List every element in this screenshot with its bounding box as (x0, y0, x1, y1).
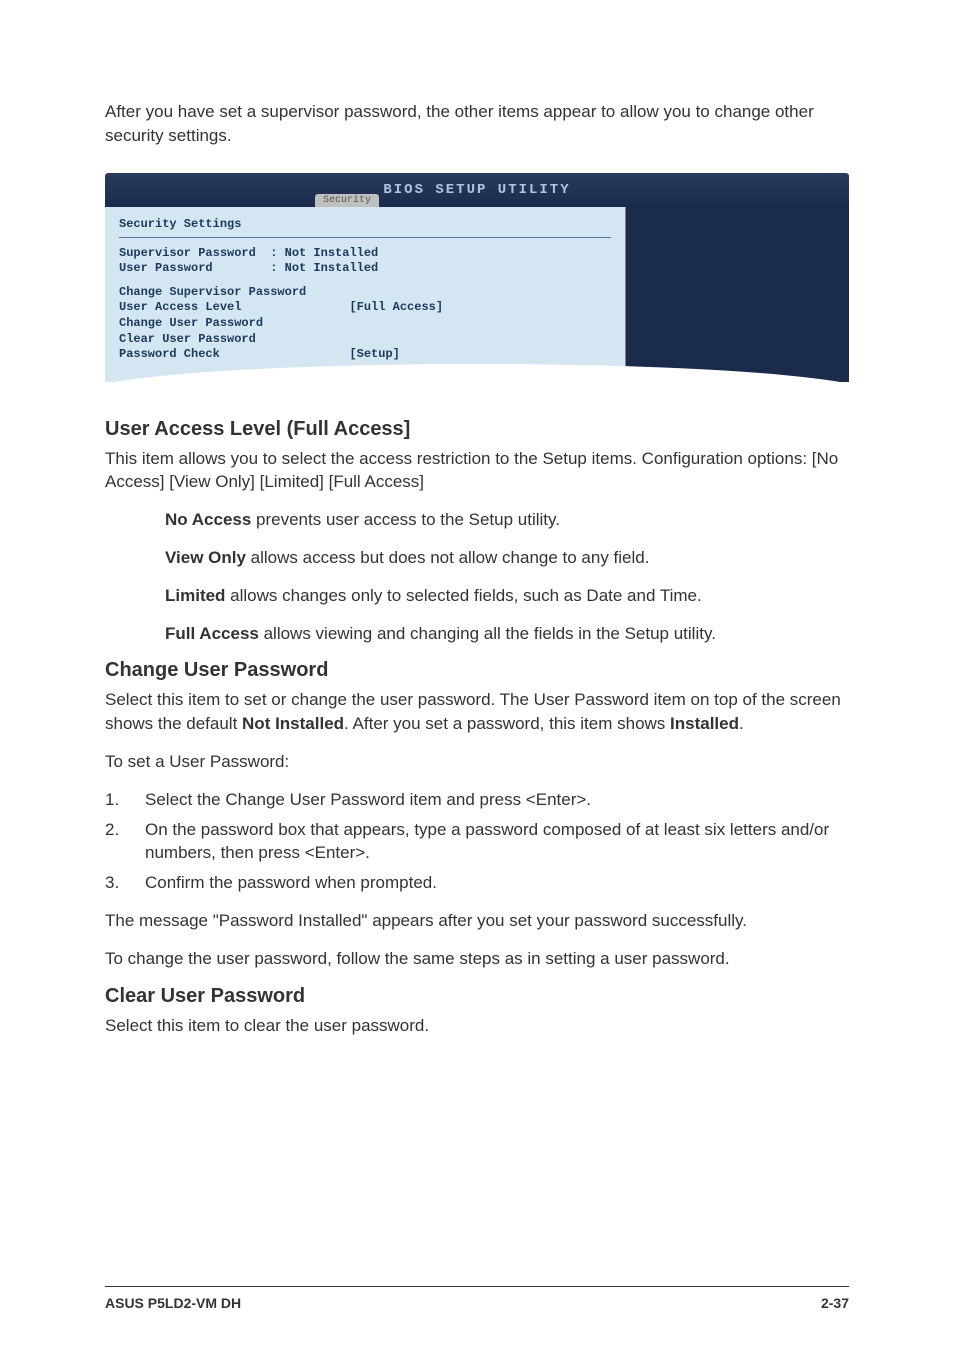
bios-line-access-level: User Access Level [Full Access] (119, 300, 611, 316)
step-3: Confirm the password when prompted. (105, 871, 849, 895)
bios-line-password-check: Password Check [Setup] (119, 347, 611, 363)
cup-p1c: . After you set a password, this item sh… (344, 714, 670, 733)
heading-change-user-password: Change User Password (105, 659, 849, 682)
user-access-level-body: This item allows you to select the acces… (105, 447, 849, 495)
option-no-access: No Access prevents user access to the Se… (165, 508, 849, 532)
bios-screenshot: BIOS SETUP UTILITY Security Security Set… (105, 173, 849, 383)
bios-header: BIOS SETUP UTILITY Security (105, 173, 849, 207)
option-limited-text: allows changes only to selected fields, … (225, 586, 701, 605)
bios-line-user: User Password : Not Installed (119, 261, 611, 277)
option-view-only-label: View Only (165, 548, 246, 567)
cup-p1d: Installed (670, 714, 739, 733)
option-limited-label: Limited (165, 586, 225, 605)
bios-line-change-supervisor: Change Supervisor Password (119, 285, 611, 301)
bios-title: BIOS SETUP UTILITY (383, 182, 570, 198)
bios-divider (119, 237, 611, 238)
change-user-password-p2: To set a User Password: (105, 750, 849, 774)
footer-right: 2-37 (821, 1295, 849, 1311)
intro-paragraph: After you have set a supervisor password… (105, 100, 849, 148)
bios-line-supervisor: Supervisor Password : Not Installed (119, 246, 611, 262)
steps-list: Select the Change User Password item and… (105, 788, 849, 895)
footer-left: ASUS P5LD2-VM DH (105, 1295, 241, 1311)
clear-user-password-body: Select this item to clear the user passw… (105, 1014, 849, 1038)
option-full-access: Full Access allows viewing and changing … (165, 622, 849, 646)
step-1: Select the Change User Password item and… (105, 788, 849, 812)
bios-tab: Security (315, 194, 379, 207)
option-limited: Limited allows changes only to selected … (165, 584, 849, 608)
heading-user-access-level: User Access Level (Full Access] (105, 418, 849, 441)
option-view-only: View Only allows access but does not all… (165, 546, 849, 570)
change-user-password-p4: To change the user password, follow the … (105, 947, 849, 971)
page-footer: ASUS P5LD2-VM DH 2-37 (105, 1286, 849, 1311)
bios-right-panel (626, 207, 849, 382)
bios-line-change-user: Change User Password (119, 316, 611, 332)
option-no-access-text: prevents user access to the Setup utilit… (251, 510, 560, 529)
step-2: On the password box that appears, type a… (105, 818, 849, 866)
heading-clear-user-password: Clear User Password (105, 985, 849, 1008)
cup-p1e: . (739, 714, 744, 733)
bios-body: Security Settings Supervisor Password : … (105, 207, 849, 382)
option-view-only-text: allows access but does not allow change … (246, 548, 650, 567)
bios-line-clear-user: Clear User Password (119, 332, 611, 348)
option-full-access-label: Full Access (165, 624, 259, 643)
option-no-access-label: No Access (165, 510, 251, 529)
change-user-password-p3: The message "Password Installed" appears… (105, 909, 849, 933)
change-user-password-p1: Select this item to set or change the us… (105, 688, 849, 736)
bios-section-title: Security Settings (119, 217, 611, 231)
bios-left-panel: Security Settings Supervisor Password : … (105, 207, 626, 382)
option-full-access-text: allows viewing and changing all the fiel… (259, 624, 716, 643)
cup-p1b: Not Installed (242, 714, 344, 733)
